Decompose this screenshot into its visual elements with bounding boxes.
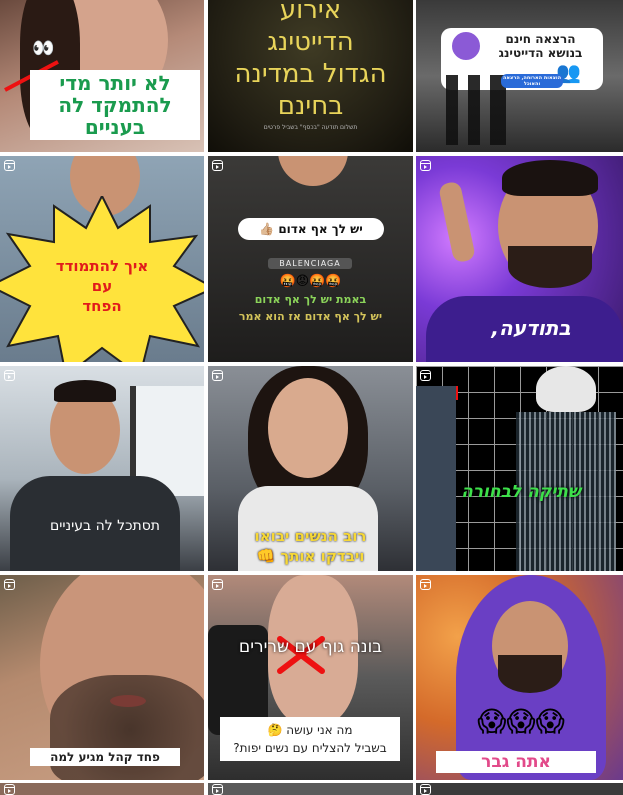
reel-thumbnail-8[interactable]: רוב הנשים יבואו ויבדקו אותך 👊: [208, 366, 413, 571]
reel-thumbnail-2[interactable]: אירוע הדייטינג הגדול במדינה בחינם תשלום …: [208, 0, 413, 152]
event-subtext: תשלום תודעה "בכסף" בשביל פרטים: [263, 124, 358, 131]
lecture-title: הרצאה חינם בנושא הדייטינג: [478, 32, 603, 60]
beard: [508, 246, 592, 288]
figure: [416, 386, 456, 571]
silhouettes: [446, 75, 506, 145]
eyes-emoji: 👀: [32, 38, 55, 59]
event-caption: אירוע הדייטינג הגדול במדינה בחינם: [208, 0, 413, 122]
reel-thumbnail-4[interactable]: איך להתמודד עם הפחד: [0, 156, 204, 362]
caption-box: לא יותר מדי להתמקד לה בעניים: [30, 70, 200, 140]
question-box: מה אני עושה 🤔 בשביל להצליח עם נשים יפות?: [220, 717, 400, 761]
finger: [437, 180, 477, 264]
reel-icon: [212, 784, 223, 795]
beard: [498, 655, 562, 693]
caption-line-2: הדייטינג: [267, 27, 354, 57]
caption: רוב הנשים יבואו ויבדקו אותך 👊: [208, 526, 413, 566]
reel-thumbnail-1[interactable]: 👀 לא יותר מדי להתמקד לה בעניים: [0, 0, 204, 152]
reel-thumbnail-5[interactable]: יש לך אף אדום 👍🏼 BALENCIAGA 🤬🤬😡🤬 באמת יש…: [208, 156, 413, 362]
hoodie-text: בתודעה,: [491, 316, 571, 340]
reel-icon: [420, 784, 431, 795]
reel-icon: [212, 579, 223, 590]
subtitle-line-1: באמת יש לך אף אדום: [254, 293, 367, 306]
man-hair: [54, 380, 116, 402]
caption-line-2: בנושא הדייטינג: [498, 46, 583, 60]
brand-label: BALENCIAGA: [268, 258, 352, 269]
caption-line-1: הרצאה חינם: [505, 32, 576, 46]
reel-thumbnail-7[interactable]: תסתכל לה בעיניים: [0, 366, 204, 571]
jellyfish-head: [536, 366, 596, 412]
reel-thumbnail-14[interactable]: [208, 783, 413, 795]
top-caption: בונה גוף עם שרירים: [238, 637, 383, 657]
caption-line-3: הפחד: [82, 297, 122, 315]
reels-grid: 👀 לא יותר מדי להתמקד לה בעניים אירוע הדי…: [0, 0, 623, 795]
caption: שתיקה לבחורה: [461, 482, 581, 502]
reel-icon: [4, 160, 15, 171]
caption-line-2: עם: [91, 277, 113, 295]
caption-line-3: הגדול במדינה: [234, 59, 387, 89]
man-hair: [502, 160, 598, 196]
pill-label: יש לך אף אדום 👍🏼: [238, 218, 384, 240]
reel-thumbnail-11[interactable]: בונה גוף עם שרירים מה אני עושה 🤔 בשביל ל…: [208, 575, 413, 780]
reel-thumbnail-6[interactable]: בתודעה,: [416, 156, 623, 362]
caption-line-2: בשביל להצליח עם נשים יפות?: [233, 741, 387, 755]
reel-icon: [4, 370, 15, 381]
reel-icon: [212, 370, 223, 381]
emoji-row: 🤬🤬😡🤬: [279, 274, 342, 289]
subtitle-line-2: יש לך אף אדום אז הוא אמר: [238, 310, 383, 323]
caption-line-2: להתמקד לה בעניים: [58, 93, 172, 139]
reel-thumbnail-15[interactable]: [416, 783, 623, 795]
burst-caption: איך להתמודד עם הפחד: [30, 256, 174, 316]
lecture-badge: הוצאות הארוחה, הרצאה והאוכל: [501, 74, 563, 88]
caption-line-1: אירוע: [279, 0, 342, 25]
caption: אתה גבר: [436, 751, 596, 773]
shock-emojis: 😱😱😱: [477, 705, 565, 738]
reel-icon: [212, 160, 223, 171]
man-face: [278, 156, 348, 186]
caption-line-1: איך להתמודד: [55, 257, 149, 275]
reel-icon: [4, 784, 15, 795]
reel-icon: [420, 160, 431, 171]
reel-thumbnail-10[interactable]: פחד קהל מגיע למה: [0, 575, 204, 780]
caption-line-2: ויבדקו אותך 👊: [256, 547, 365, 565]
caption-line-1: לא יותר מדי: [59, 71, 171, 95]
reel-thumbnail-12[interactable]: 😱😱😱 אתה גבר: [416, 575, 623, 780]
caption-line-1: מה אני עושה 🤔: [267, 723, 353, 737]
caption: תסתכל לה בעיניים: [50, 518, 160, 534]
reel-icon: [4, 579, 15, 590]
caption: פחד קהל מגיע למה: [30, 748, 180, 766]
reel-thumbnail-9[interactable]: שתיקה לבחורה: [416, 366, 623, 571]
reel-icon: [420, 370, 431, 381]
caption-line-1: רוב הנשים יבואו: [254, 527, 367, 545]
reel-thumbnail-3[interactable]: הרצאה חינם בנושא הדייטינג 👥 הוצאות הארוח…: [416, 0, 623, 152]
reel-icon: [420, 579, 431, 590]
mouth: [110, 695, 146, 707]
reel-thumbnail-13[interactable]: [0, 783, 204, 795]
woman-face: [268, 378, 348, 478]
caption-line-4: בחינם: [277, 91, 344, 121]
